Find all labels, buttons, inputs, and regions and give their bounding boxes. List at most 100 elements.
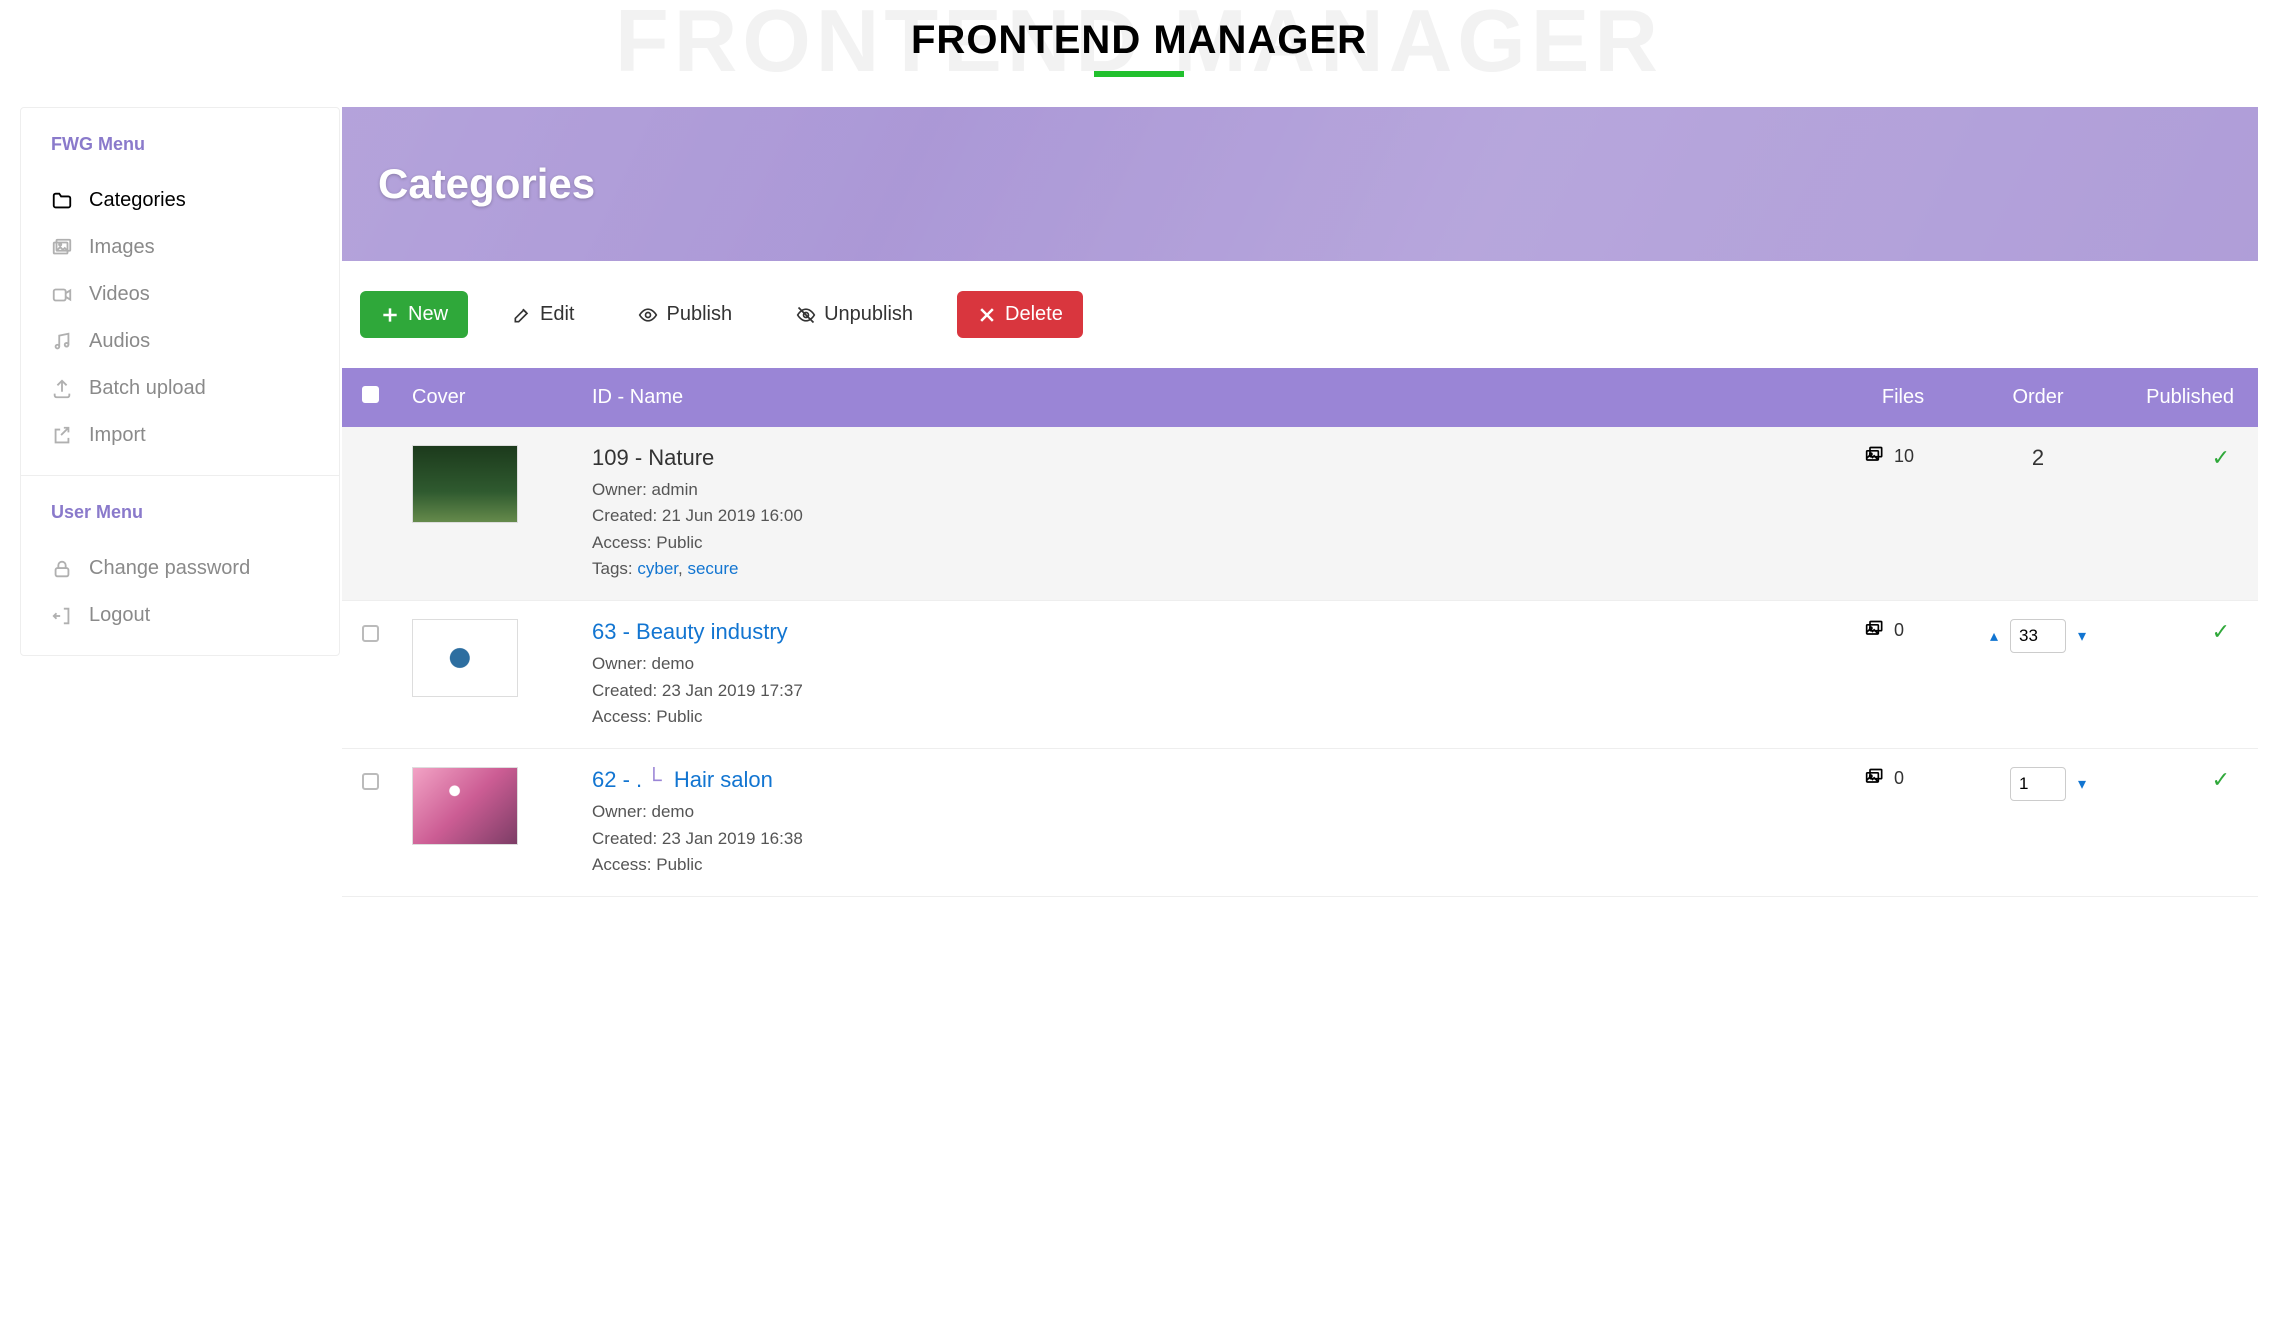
row-order-cell: 2 (1958, 427, 2118, 601)
row-files-cell: 0 (1848, 601, 1958, 749)
button-label: Edit (540, 303, 574, 326)
table-row: 109 - Nature Owner: adminCreated: 21 Jun … (342, 427, 2258, 601)
cover-thumbnail[interactable] (412, 619, 518, 697)
plus-icon (380, 305, 400, 325)
upload-icon (51, 378, 73, 400)
sidebar-item-label: Logout (89, 604, 150, 627)
sidebar-item-label: Batch upload (89, 377, 206, 400)
order-editor: ▴▾ (1986, 619, 2090, 653)
order-editor: ▾ (1986, 767, 2090, 801)
row-title: 109 - Nature (592, 445, 1834, 471)
sidebar-item-categories[interactable]: Categories (51, 177, 309, 224)
row-name-cell: 62 - .└ Hair salon Owner: demoCreated: 23… (578, 749, 1848, 897)
categories-table: Cover ID - Name Files Order Published 10… (342, 368, 2258, 897)
files-count: 10 (1894, 446, 1914, 466)
row-checkbox[interactable] (362, 773, 379, 790)
publish-button[interactable]: Publish (618, 291, 752, 338)
logout-icon (51, 605, 73, 627)
lock-icon (51, 558, 73, 580)
page-header: FRONTEND MANAGER FRONTEND MANAGER (0, 0, 2278, 107)
import-icon (51, 425, 73, 447)
table-header-idname: ID - Name (578, 368, 1848, 427)
sidebar-item-images[interactable]: Images (51, 224, 309, 271)
sidebar-item-import[interactable]: Import (51, 412, 309, 459)
row-tags: Tags: cyber, secure (592, 556, 1834, 582)
edit-button[interactable]: Edit (492, 291, 594, 338)
table-row: 62 - .└ Hair salon Owner: demoCreated: 23… (342, 749, 2258, 897)
media-count-icon (1862, 445, 1888, 465)
select-all-checkbox[interactable] (362, 386, 379, 403)
row-checkbox[interactable] (362, 625, 379, 642)
row-title-suffix: Hair salon (674, 767, 773, 792)
table-row: 63 - Beauty industryOwner: demoCreated: … (342, 601, 2258, 749)
edit-icon (512, 305, 532, 325)
row-cover-cell (398, 749, 578, 897)
sidebar-item-audios[interactable]: Audios (51, 318, 309, 365)
row-cover-cell (398, 427, 578, 601)
row-title[interactable]: 63 - Beauty industry (592, 619, 1834, 645)
order-input[interactable] (2010, 619, 2066, 653)
order-down[interactable]: ▾ (2074, 774, 2090, 794)
video-icon (51, 284, 73, 306)
order-input[interactable] (2010, 767, 2066, 801)
media-count-icon (1862, 767, 1888, 787)
toolbar: New Edit Publish Unpublish (342, 261, 2258, 368)
sidebar-fwg-section: FWG Menu Categories Images Videos (21, 108, 339, 475)
audio-icon (51, 331, 73, 353)
sidebar-item-label: Import (89, 424, 146, 447)
indent-icon: └ (646, 767, 668, 792)
sidebar-item-change-password[interactable]: Change password (51, 545, 309, 592)
hero-title: Categories (378, 160, 595, 208)
sidebar-item-label: Videos (89, 283, 150, 306)
sidebar-item-videos[interactable]: Videos (51, 271, 309, 318)
page-title-underline (1094, 71, 1184, 77)
row-title[interactable]: 62 - .└ Hair salon (592, 767, 1834, 793)
unpublish-button[interactable]: Unpublish (776, 291, 933, 338)
button-label: New (408, 303, 448, 326)
files-count: 0 (1894, 620, 1904, 640)
sidebar-item-label: Audios (89, 330, 150, 353)
cover-thumbnail[interactable] (412, 767, 518, 845)
main-content: Categories New Edit Publish (342, 107, 2258, 897)
table-header-order: Order (1958, 368, 2118, 427)
table-header-files: Files (1848, 368, 1958, 427)
published-check-icon[interactable]: ✓ (2212, 619, 2230, 644)
sidebar-user-section: User Menu Change password Logout (21, 475, 339, 655)
button-label: Publish (666, 303, 732, 326)
row-name-cell: 109 - Nature Owner: adminCreated: 21 Jun … (578, 427, 1848, 601)
sidebar-fwg-heading: FWG Menu (51, 134, 309, 155)
sidebar-item-logout[interactable]: Logout (51, 592, 309, 639)
row-meta: Owner: demoCreated: 23 Jan 2019 16:38Acc… (592, 799, 1834, 878)
files-count: 0 (1894, 768, 1904, 788)
media-count-icon (1862, 619, 1888, 639)
published-check-icon[interactable]: ✓ (2212, 767, 2230, 792)
row-select-cell (342, 601, 398, 749)
order-value: 2 (2032, 445, 2044, 470)
new-button[interactable]: New (360, 291, 468, 338)
cover-thumbnail[interactable] (412, 445, 518, 523)
row-cover-cell (398, 601, 578, 749)
table-header-select (342, 368, 398, 427)
table-header-cover: Cover (398, 368, 578, 427)
row-name-cell: 63 - Beauty industryOwner: demoCreated: … (578, 601, 1848, 749)
button-label: Unpublish (824, 303, 913, 326)
sidebar-item-batch-upload[interactable]: Batch upload (51, 365, 309, 412)
tag-link[interactable]: cyber (637, 559, 678, 578)
sidebar-item-label: Categories (89, 189, 186, 212)
row-select-cell (342, 749, 398, 897)
sidebar-item-label: Images (89, 236, 155, 259)
eye-off-icon (796, 305, 816, 325)
images-icon (51, 237, 73, 259)
tag-link[interactable]: secure (687, 559, 738, 578)
row-title-prefix: 62 - . (592, 767, 642, 792)
row-published-cell: ✓ (2118, 427, 2258, 601)
delete-button[interactable]: Delete (957, 291, 1083, 338)
row-select-cell (342, 427, 398, 601)
published-check-icon[interactable]: ✓ (2212, 445, 2230, 470)
row-published-cell: ✓ (2118, 601, 2258, 749)
order-up[interactable]: ▴ (1986, 626, 2002, 646)
close-icon (977, 305, 997, 325)
sidebar: FWG Menu Categories Images Videos (20, 107, 340, 656)
order-down[interactable]: ▾ (2074, 626, 2090, 646)
row-meta: Owner: adminCreated: 21 Jun 2019 16:00Ac… (592, 477, 1834, 582)
